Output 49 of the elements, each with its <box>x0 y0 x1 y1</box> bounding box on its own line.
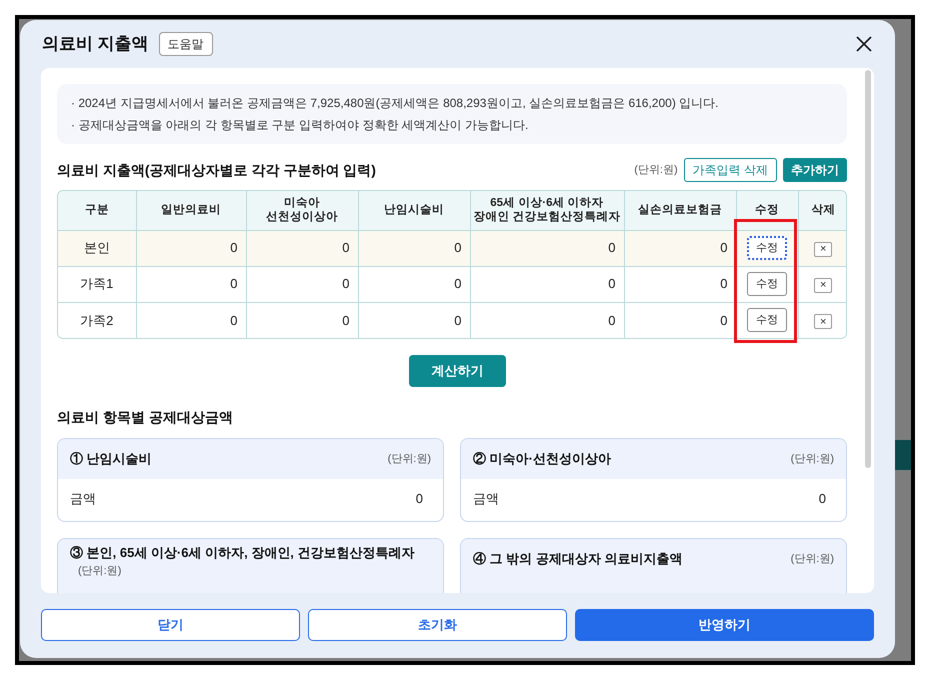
column-header: 난임시술비 <box>358 191 470 230</box>
column-header: 수정 <box>736 191 798 230</box>
edit-button[interactable]: 수정 <box>747 308 787 332</box>
table-cell: 0 <box>358 302 470 338</box>
card-title: ③ 본인, 65세 이상·6세 이하자, 장애인, 건강보험산정특례자 <box>70 544 416 562</box>
edit-button[interactable]: 수정 <box>747 272 787 296</box>
card-title: ② 미숙아·선천성이상아 <box>473 450 611 468</box>
column-header: 실손의료보험금 <box>624 191 736 230</box>
delete-family-button[interactable]: 가족입력 삭제 <box>684 158 777 182</box>
card-title: ① 난임시술비 <box>70 450 152 468</box>
table-row[interactable]: 가족2 0 0 0 0 0 수정 × <box>58 302 846 338</box>
add-button[interactable]: 추가하기 <box>783 158 847 182</box>
card-title: ④ 그 밖의 공제대상자 의료비지출액 <box>473 550 682 568</box>
footer-button[interactable]: 초기화 <box>308 609 567 641</box>
close-icon[interactable] <box>855 35 873 53</box>
column-header: 일반의료비 <box>136 191 246 230</box>
column-header: 65세 이상·6세 이하자 장애인 건강보험산정특례자 <box>470 191 624 230</box>
notice-text: · 공제대상금액을 아래의 각 항목별로 구분 입력하여야 정확한 세액계산이 가능합니다. <box>71 117 530 134</box>
footer-button[interactable]: 닫기 <box>41 609 300 641</box>
unit-label: (단위:원) <box>634 162 678 178</box>
apply-button[interactable]: 반영하기 <box>575 609 874 641</box>
amount-label: 금액 <box>70 490 96 508</box>
delete-button[interactable]: × <box>814 314 832 329</box>
column-header: 미숙아 선천성이상아 <box>246 191 358 230</box>
unit-label: (단위:원) <box>790 552 834 567</box>
table-row[interactable]: 가족1 0 0 0 0 0 수정 × <box>58 266 846 302</box>
table-cell: 0 <box>624 302 736 338</box>
unit-label: (단위:원) <box>77 564 122 579</box>
dialog-title: 의료비 지출액 <box>42 33 149 56</box>
table-cell: 0 <box>470 302 624 338</box>
table-cell: 0 <box>246 302 358 338</box>
delete-button[interactable]: × <box>814 278 832 293</box>
delete-button[interactable]: × <box>814 242 832 257</box>
notice-text: · 2024년 지급명세서에서 불러온 공제금액은 7,925,480원(공제세액은 808,293원이고, 실손의료보험금은 616,200) 입니다. <box>71 95 720 112</box>
amount-label: 금액 <box>473 490 499 508</box>
amount-value: 0 <box>818 490 827 508</box>
section-title: 의료비 지출액(공제대상자별로 각각 구분하여 입력) <box>57 160 376 180</box>
unit-label: (단위:원) <box>790 452 834 467</box>
calculate-button[interactable]: 계산하기 <box>409 355 506 387</box>
section-title: 의료비 항목별 공제대상금액 <box>57 408 234 427</box>
edit-button[interactable]: 수정 <box>747 236 787 260</box>
column-header: 삭제 <box>798 191 846 230</box>
table-row[interactable]: 본인 0 0 0 0 0 수정 × <box>58 230 846 266</box>
help-button[interactable]: 도움말 <box>158 32 213 56</box>
table-cell: 0 <box>136 302 246 338</box>
unit-label: (단위:원) <box>388 452 431 467</box>
column-header: 구분 <box>58 191 136 230</box>
table-cell: 가족2 <box>58 302 136 338</box>
amount-value: 0 <box>416 490 424 508</box>
